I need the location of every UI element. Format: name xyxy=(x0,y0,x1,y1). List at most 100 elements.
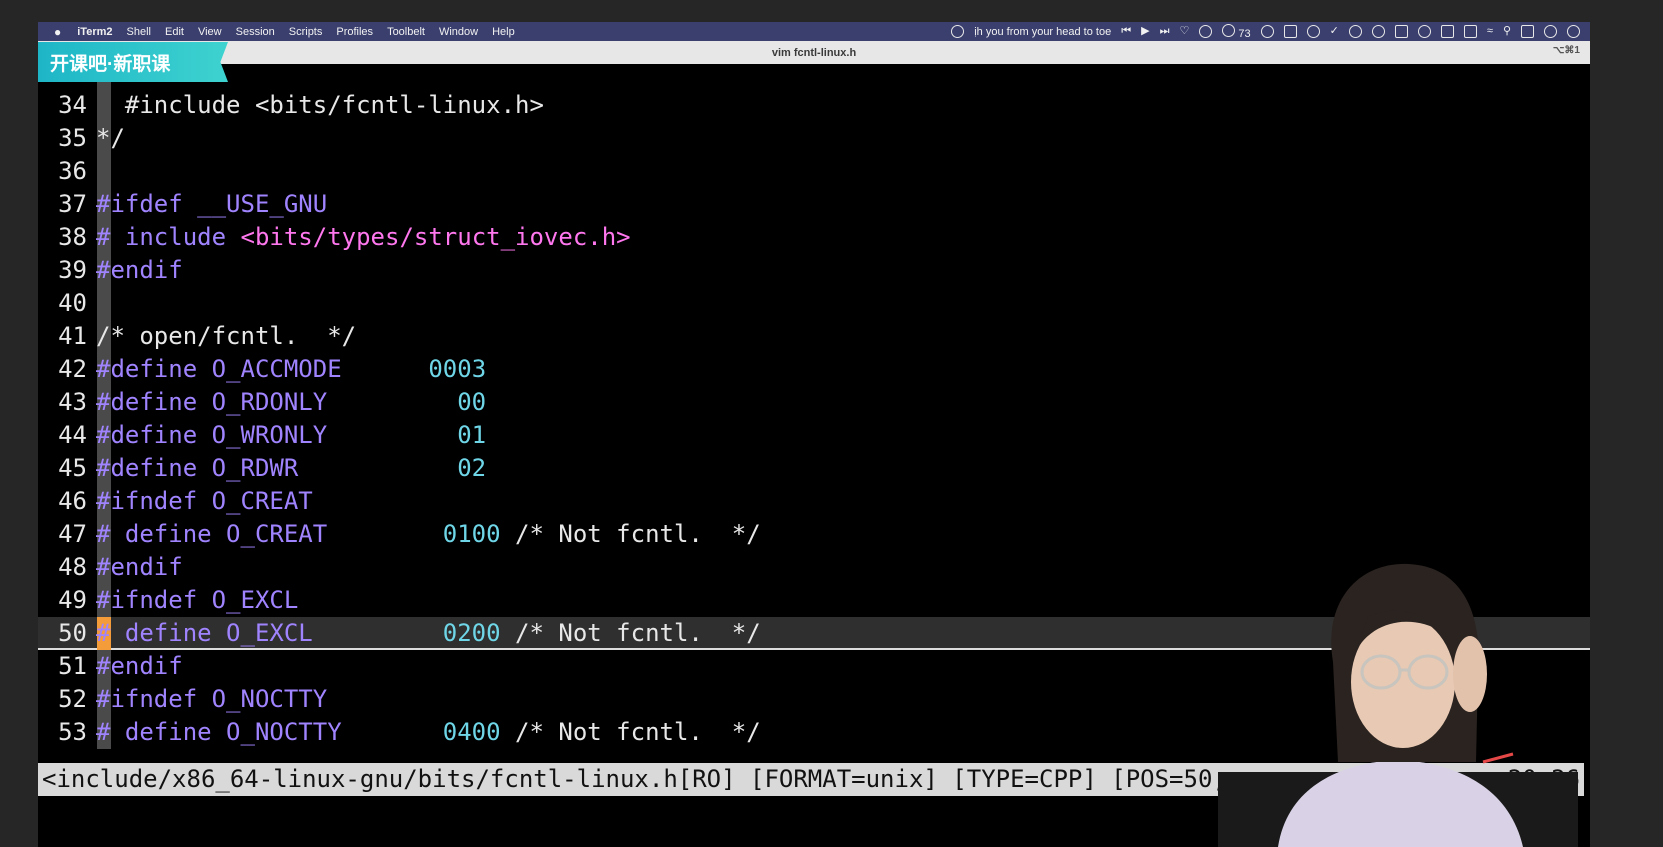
screen: ● iTerm2 Shell Edit View Session Scripts… xyxy=(38,22,1590,847)
previous-track-icon[interactable]: ⏮ xyxy=(1121,26,1131,37)
apple-menu-icon[interactable]: ● xyxy=(54,25,61,39)
window-title: vim fcntl-linux.h xyxy=(771,46,857,59)
now-playing-text[interactable]: ịh you from your head to toe xyxy=(974,26,1111,38)
control-center-icon[interactable] xyxy=(1521,25,1534,38)
code-token: #define O_RDWR xyxy=(96,454,458,482)
wifi-icon[interactable]: ≈ xyxy=(1487,26,1493,37)
code-line[interactable]: 34 #include <bits/fcntl-linux.h> xyxy=(38,89,1590,122)
notification-badge[interactable]: 73 xyxy=(1222,23,1251,40)
next-track-icon[interactable]: ⏭ xyxy=(1160,26,1170,37)
code-token: #define O_ACCMODE xyxy=(96,355,429,383)
line-number: 40 xyxy=(58,289,87,317)
code-token: */ xyxy=(96,124,125,152)
code-line[interactable]: 36 xyxy=(38,155,1590,188)
code-token: /* Not fcntl. */ xyxy=(500,520,761,548)
code-line[interactable]: 45 #define O_RDWR 02 xyxy=(38,452,1590,485)
watermark-text: 开课吧·新职课 xyxy=(50,53,171,75)
code-line[interactable]: 40 xyxy=(38,287,1590,320)
code-line[interactable]: 44 #define O_WRONLY 01 xyxy=(38,419,1590,452)
menu-help[interactable]: Help xyxy=(492,26,515,38)
code-line[interactable]: 39 #endif xyxy=(38,254,1590,287)
menubar-status-area: ịh you from your head to toe ⏮ ▶ ⏭ ♡ 73 … xyxy=(951,22,1580,41)
menu-profiles[interactable]: Profiles xyxy=(336,26,373,38)
spotlight-search-icon[interactable]: ⚲ xyxy=(1503,26,1511,37)
line-code: #define O_RDONLY 00 xyxy=(96,386,486,419)
line-number: 50 xyxy=(58,619,87,647)
x-box-icon[interactable] xyxy=(1394,25,1408,38)
line-number: 39 xyxy=(58,256,87,284)
search-app-icon[interactable] xyxy=(1260,25,1274,38)
play-icon[interactable]: ▶ xyxy=(1141,26,1149,37)
line-number: 42 xyxy=(58,355,87,383)
cloud-icon[interactable] xyxy=(1306,25,1320,38)
code-token: # define O_CREAT xyxy=(96,520,443,548)
line-code: #endif xyxy=(96,650,183,683)
menu-edit[interactable]: Edit xyxy=(165,26,184,38)
checkmark-icon[interactable]: ✓ xyxy=(1330,26,1339,37)
menu-toolbelt[interactable]: Toolbelt xyxy=(387,26,425,38)
code-line[interactable]: 42 #define O_ACCMODE 0003 xyxy=(38,353,1590,386)
edit-icon[interactable] xyxy=(1283,25,1297,38)
code-token: #endif xyxy=(96,652,183,680)
code-token: /* open/fcntl. */ xyxy=(96,322,357,350)
code-token: /* Not fcntl. */ xyxy=(500,718,761,746)
settings-circle-icon[interactable] xyxy=(1199,25,1213,38)
line-code: #endif xyxy=(96,551,183,584)
heart-icon[interactable]: ♡ xyxy=(1179,26,1189,37)
code-line[interactable]: 47 # define O_CREAT 0100 /* Not fcntl. */ xyxy=(38,518,1590,551)
code-token: #define O_WRONLY xyxy=(96,421,458,449)
code-token: 01 xyxy=(457,421,487,449)
code-line[interactable]: 35 */ xyxy=(38,122,1590,155)
music-app-icon[interactable] xyxy=(951,25,965,38)
menu-view[interactable]: View xyxy=(198,26,222,38)
code-token: #endif xyxy=(96,256,183,284)
line-code: #endif xyxy=(96,254,183,287)
line-number: 48 xyxy=(58,553,87,581)
line-number: 43 xyxy=(58,388,87,416)
menu-window[interactable]: Window xyxy=(439,26,478,38)
menu-app-iterm2[interactable]: iTerm2 xyxy=(77,26,112,38)
line-code: # include <bits/types/struct_iovec.h> xyxy=(96,221,631,254)
window-titlebar[interactable]: vim fcntl-linux.h ⌥⌘1 xyxy=(38,41,1590,64)
line-number: 34 xyxy=(58,91,87,119)
code-token: # include xyxy=(96,223,241,251)
line-code: #ifndef O_CREAT xyxy=(96,485,313,518)
code-token: #include <bits/fcntl-linux.h> xyxy=(96,91,544,119)
text-input-icon[interactable] xyxy=(1440,25,1454,38)
code-line[interactable]: 33 #endif xyxy=(38,64,1590,89)
line-number: 35 xyxy=(58,124,87,152)
line-code: */ xyxy=(96,122,125,155)
line-code: #define O_WRONLY 01 xyxy=(96,419,486,452)
battery-icon[interactable] xyxy=(1463,25,1477,38)
line-code: #define O_ACCMODE 0003 xyxy=(96,353,486,386)
code-token: 0400 xyxy=(442,718,501,746)
code-token: /* Not fcntl. */ xyxy=(500,619,761,647)
siri-icon[interactable] xyxy=(1567,25,1580,38)
line-code: /* open/fcntl. */ xyxy=(96,320,356,353)
sign-column xyxy=(97,155,111,188)
p-app-icon[interactable] xyxy=(1371,25,1385,38)
menu-shell[interactable]: Shell xyxy=(127,26,151,38)
code-line[interactable]: 46 #ifndef O_CREAT xyxy=(38,485,1590,518)
line-number: 52 xyxy=(58,685,87,713)
code-line[interactable]: 38 # include <bits/types/struct_iovec.h> xyxy=(38,221,1590,254)
badge-count: 73 xyxy=(1238,27,1251,40)
media-icon[interactable] xyxy=(1348,25,1362,38)
code-line[interactable]: 37 #ifdef __USE_GNU xyxy=(38,188,1590,221)
code-token: #endif xyxy=(96,553,183,581)
line-code: # define O_NOCTTY 0400 /* Not fcntl. */ xyxy=(96,716,761,749)
code-line[interactable]: 41 /* open/fcntl. */ xyxy=(38,320,1590,353)
line-number: 37 xyxy=(58,190,87,218)
menu-scripts[interactable]: Scripts xyxy=(289,26,323,38)
line-number: 45 xyxy=(58,454,87,482)
code-token: 0200 xyxy=(442,619,501,647)
line-number: 51 xyxy=(58,652,87,680)
record-icon[interactable] xyxy=(1417,25,1431,38)
line-number: 44 xyxy=(58,421,87,449)
menu-session[interactable]: Session xyxy=(236,26,275,38)
code-line[interactable]: 43 #define O_RDONLY 00 xyxy=(38,386,1590,419)
line-code: #ifdef __USE_GNU xyxy=(96,188,327,221)
badge-icon xyxy=(1222,23,1236,37)
line-code: #include <bits/fcntl-linux.h> xyxy=(96,89,544,122)
user-icon[interactable] xyxy=(1544,25,1557,38)
